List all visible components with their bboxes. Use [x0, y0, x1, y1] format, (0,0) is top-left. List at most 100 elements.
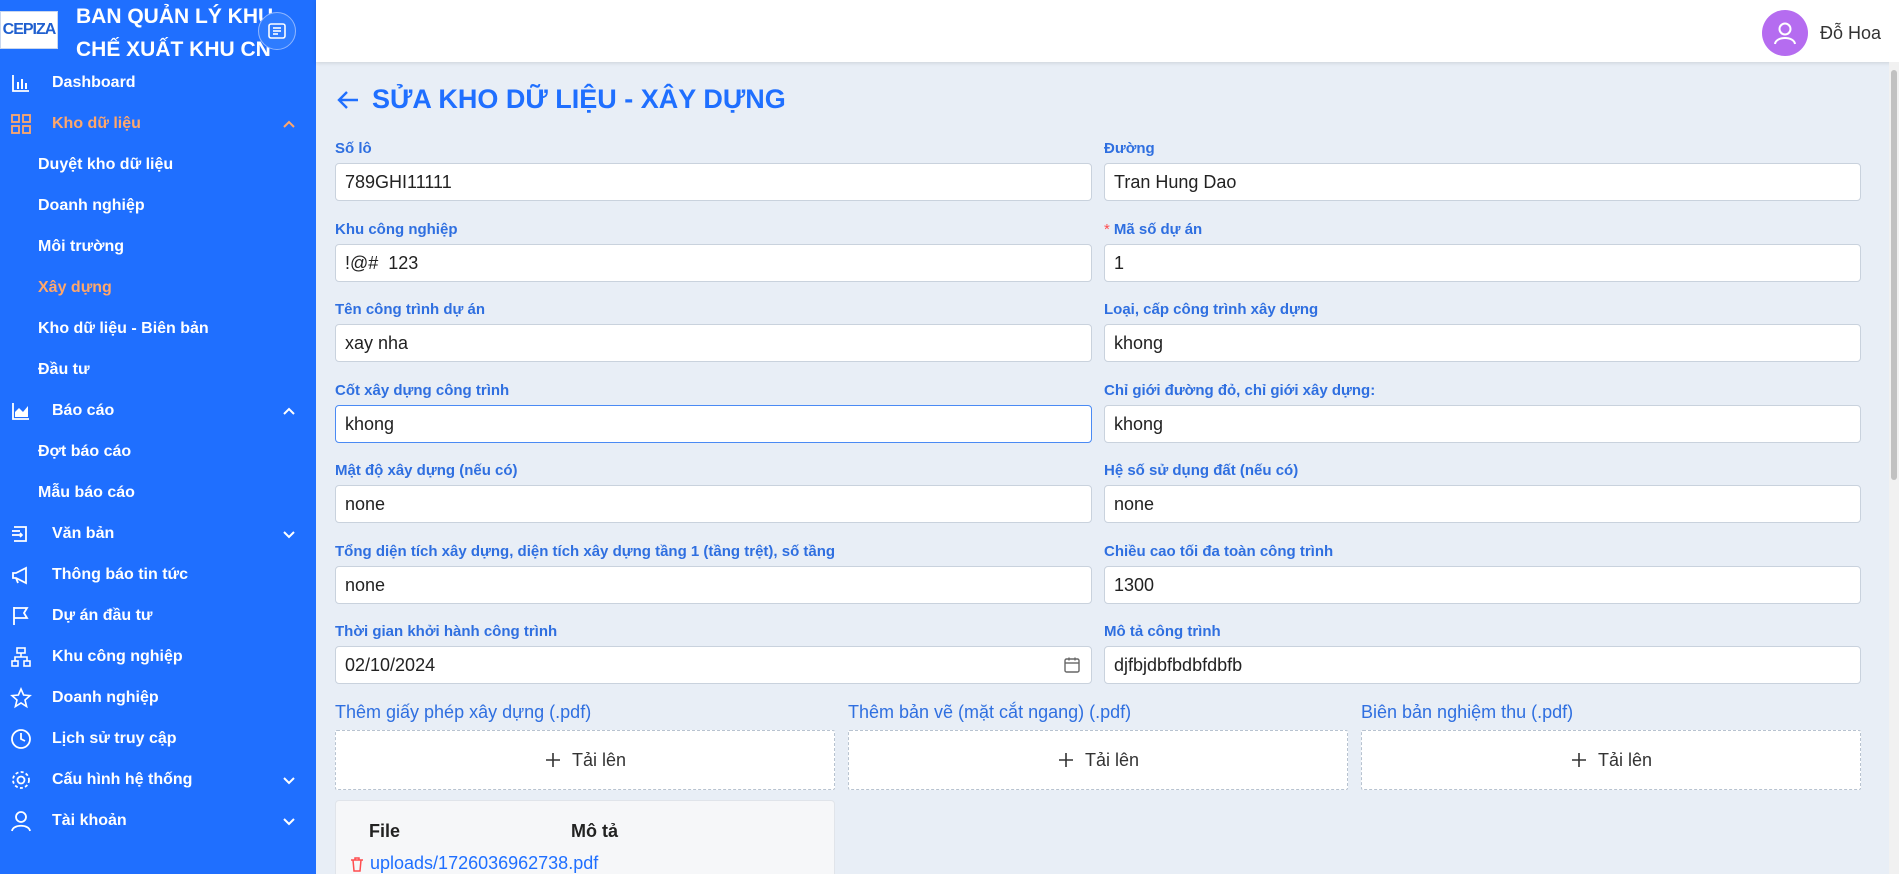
- khu-cong-nghiep-label: Khu công nghiệp: [335, 221, 458, 238]
- khu-cong-nghiep-select[interactable]: !@# 123: [335, 244, 1092, 282]
- sidebar-item-bao-cao[interactable]: Báo cáo: [0, 390, 316, 431]
- loai-cap-input[interactable]: khong: [1104, 324, 1861, 362]
- sidebar-item-thong-bao[interactable]: Thông báo tin tức: [0, 554, 316, 595]
- megaphone-icon: [12, 566, 27, 585]
- upload-button[interactable]: Tải lên: [848, 730, 1348, 790]
- sidebar-item-lich-su[interactable]: Lịch sử truy cập: [0, 718, 316, 759]
- sidebar-item-khu-cong-nghiep[interactable]: Khu công nghiệp: [0, 636, 316, 677]
- field-chi-gioi: Chỉ giới đường đỏ, chỉ giới xây dựng: kh…: [1104, 382, 1861, 443]
- upload-giay-phep: Thêm giấy phép xây dựng (.pdf) Tải lên: [335, 702, 835, 790]
- scrollbar-thumb[interactable]: [1891, 70, 1897, 480]
- sidebar-subitem-mau-bao-cao[interactable]: Mẫu báo cáo: [0, 472, 316, 513]
- file-table: File Mô tả uploads/1726036962738.pdf: [335, 800, 835, 874]
- main-content: SỬA KHO DỮ LIỆU - XÂY DỰNG Số lô 789GHI1…: [316, 62, 1899, 874]
- table-row: uploads/1726036962738.pdf: [348, 853, 598, 874]
- user-name: Đỗ Hoa: [1819, 22, 1881, 43]
- ma-so-du-an-input[interactable]: 1: [1104, 244, 1861, 282]
- calendar-icon[interactable]: [1063, 656, 1081, 674]
- so-lo-input[interactable]: 789GHI11111: [335, 163, 1092, 201]
- plus-icon: [1058, 753, 1073, 767]
- sidebar-item-dashboard[interactable]: Dashboard: [0, 62, 316, 103]
- he-so-input[interactable]: none: [1104, 485, 1861, 523]
- sidebar-nav: Dashboard Kho dữ liệu Duyệt kho dữ liệu …: [0, 62, 316, 841]
- field-so-lo: Số lô 789GHI11111: [335, 140, 1092, 201]
- field-khu-cong-nghiep: Khu công nghiệp !@# 123: [335, 221, 1092, 282]
- page-title: SỬA KHO DỮ LIỆU - XÂY DỰNG: [372, 84, 786, 114]
- field-tong-dien-tich: Tổng diện tích xây dựng, diện tích xây d…: [335, 543, 1092, 604]
- sidebar-subitem-xay-dung[interactable]: Xây dựng: [0, 267, 316, 308]
- chevron-down-icon: [283, 531, 295, 539]
- sidebar-item-label: Lịch sử truy cập: [52, 729, 177, 747]
- field-mat-do: Mật độ xây dựng (nếu có) none: [335, 462, 1092, 523]
- sidebar-item-doanh-nghiep[interactable]: Doanh nghiệp: [0, 677, 316, 718]
- field-mo-ta: Mô tả công trình djfbjdbfbdbfdbfb: [1104, 623, 1861, 684]
- trash-icon[interactable]: [348, 855, 366, 873]
- tong-dien-tich-label: Tổng diện tích xây dựng, diện tích xây d…: [335, 543, 836, 560]
- chevron-up-icon: [283, 120, 295, 128]
- sidebar-subitem-dau-tu[interactable]: Đầu tư: [0, 349, 316, 390]
- ma-so-du-an-label-text: Mã số dự án: [1113, 221, 1203, 238]
- menu-collapse-icon: [268, 23, 286, 39]
- plus-icon: [1571, 753, 1586, 767]
- duong-label: Đường: [1104, 140, 1155, 157]
- user-menu[interactable]: Đỗ Hoa: [1761, 10, 1881, 56]
- sidebar-item-label: Dự án đầu tư: [52, 606, 153, 624]
- sidebar-item-du-an-dau-tu[interactable]: Dự án đầu tư: [0, 595, 316, 636]
- upload-label: Biên bản nghiệm thu (.pdf): [1361, 702, 1574, 722]
- sidebar-item-label: Thông báo tin tức: [52, 565, 189, 583]
- field-thoi-gian: Thời gian khởi hành công trình 02/10/202…: [335, 623, 1092, 684]
- sidebar-item-label: Cấu hình hệ thống: [52, 770, 193, 788]
- file-link[interactable]: uploads/1726036962738.pdf: [370, 853, 598, 874]
- field-duong: Đường Tran Hung Dao: [1104, 140, 1861, 201]
- chi-gioi-label: Chỉ giới đường đỏ, chỉ giới xây dựng:: [1104, 382, 1376, 399]
- sidebar-item-label: Báo cáo: [52, 401, 115, 419]
- sidebar-subitem-bien-ban[interactable]: Kho dữ liệu - Biên bản: [0, 308, 316, 349]
- topbar: Đỗ Hoa: [316, 0, 1899, 62]
- sidebar-item-cau-hinh[interactable]: Cấu hình hệ thống: [0, 759, 316, 800]
- thoi-gian-label: Thời gian khởi hành công trình: [335, 623, 558, 640]
- thoi-gian-datepicker[interactable]: 02/10/2024: [335, 646, 1092, 684]
- upload-button[interactable]: Tải lên: [335, 730, 835, 790]
- brand: CEPIZA BAN QUẢN LÝ KHU CHẾ XUẤT KHU CN: [0, 0, 316, 62]
- mat-do-label: Mật độ xây dựng (nếu có): [335, 462, 518, 479]
- upload-label: Thêm giấy phép xây dựng (.pdf): [335, 702, 592, 722]
- duong-input[interactable]: Tran Hung Dao: [1104, 163, 1861, 201]
- description-column-header: Mô tả: [571, 821, 618, 841]
- ma-so-du-an-label: * Mã số dự án: [1104, 221, 1861, 238]
- brand-logo[interactable]: CEPIZA: [0, 11, 58, 49]
- upload-button-label: Tải lên: [571, 749, 627, 770]
- field-loai-cap: Loại, cấp công trình xây dựng khong: [1104, 301, 1861, 362]
- chi-gioi-input[interactable]: khong: [1104, 405, 1861, 443]
- so-lo-label: Số lô: [335, 140, 372, 157]
- sidebar-subitem-doanh-nghiep[interactable]: Doanh nghiệp: [0, 185, 316, 226]
- chevron-up-icon: [283, 407, 295, 415]
- mo-ta-input[interactable]: djfbjdbfbdbfdbfb: [1104, 646, 1861, 684]
- sidebar-item-van-ban[interactable]: Văn bản: [0, 513, 316, 554]
- brand-title-line1: BAN QUẢN LÝ KHU: [76, 5, 274, 28]
- chevron-down-icon: [283, 818, 295, 826]
- avatar[interactable]: [1761, 10, 1808, 56]
- cot-xay-dung-input[interactable]: khong: [335, 405, 1092, 443]
- tong-dien-tich-input[interactable]: none: [335, 566, 1092, 604]
- ten-cong-trinh-input[interactable]: xay nha: [335, 324, 1092, 362]
- upload-bien-ban: Biên bản nghiệm thu (.pdf) Tải lên: [1361, 702, 1861, 790]
- arrow-left-icon[interactable]: [336, 87, 362, 113]
- sidebar-item-kho-du-lieu[interactable]: Kho dữ liệu: [0, 103, 316, 144]
- upload-button-label: Tải lên: [1597, 749, 1653, 770]
- sidebar-subitem-dot-bao-cao[interactable]: Đợt báo cáo: [0, 431, 316, 472]
- page-scrollbar[interactable]: [1889, 62, 1899, 874]
- bar-chart-icon: [12, 75, 29, 92]
- thoi-gian-value: 02/10/2024: [345, 654, 436, 675]
- mat-do-input[interactable]: none: [335, 485, 1092, 523]
- mo-ta-label: Mô tả công trình: [1104, 623, 1221, 640]
- menu-toggle-button[interactable]: [258, 12, 296, 50]
- chieu-cao-input[interactable]: 1300: [1104, 566, 1861, 604]
- upload-button[interactable]: Tải lên: [1361, 730, 1861, 790]
- chevron-down-icon: [283, 777, 295, 785]
- sidebar-subitem-moi-truong[interactable]: Môi trường: [0, 226, 316, 267]
- sidebar-subitem-duyet-kho[interactable]: Duyệt kho dữ liệu: [0, 144, 316, 185]
- org-chart-icon: [11, 647, 31, 667]
- sidebar-item-label: Tài khoản: [52, 811, 127, 829]
- sidebar-item-label: Kho dữ liệu: [52, 114, 141, 132]
- sidebar-item-tai-khoan[interactable]: Tài khoản: [0, 800, 316, 841]
